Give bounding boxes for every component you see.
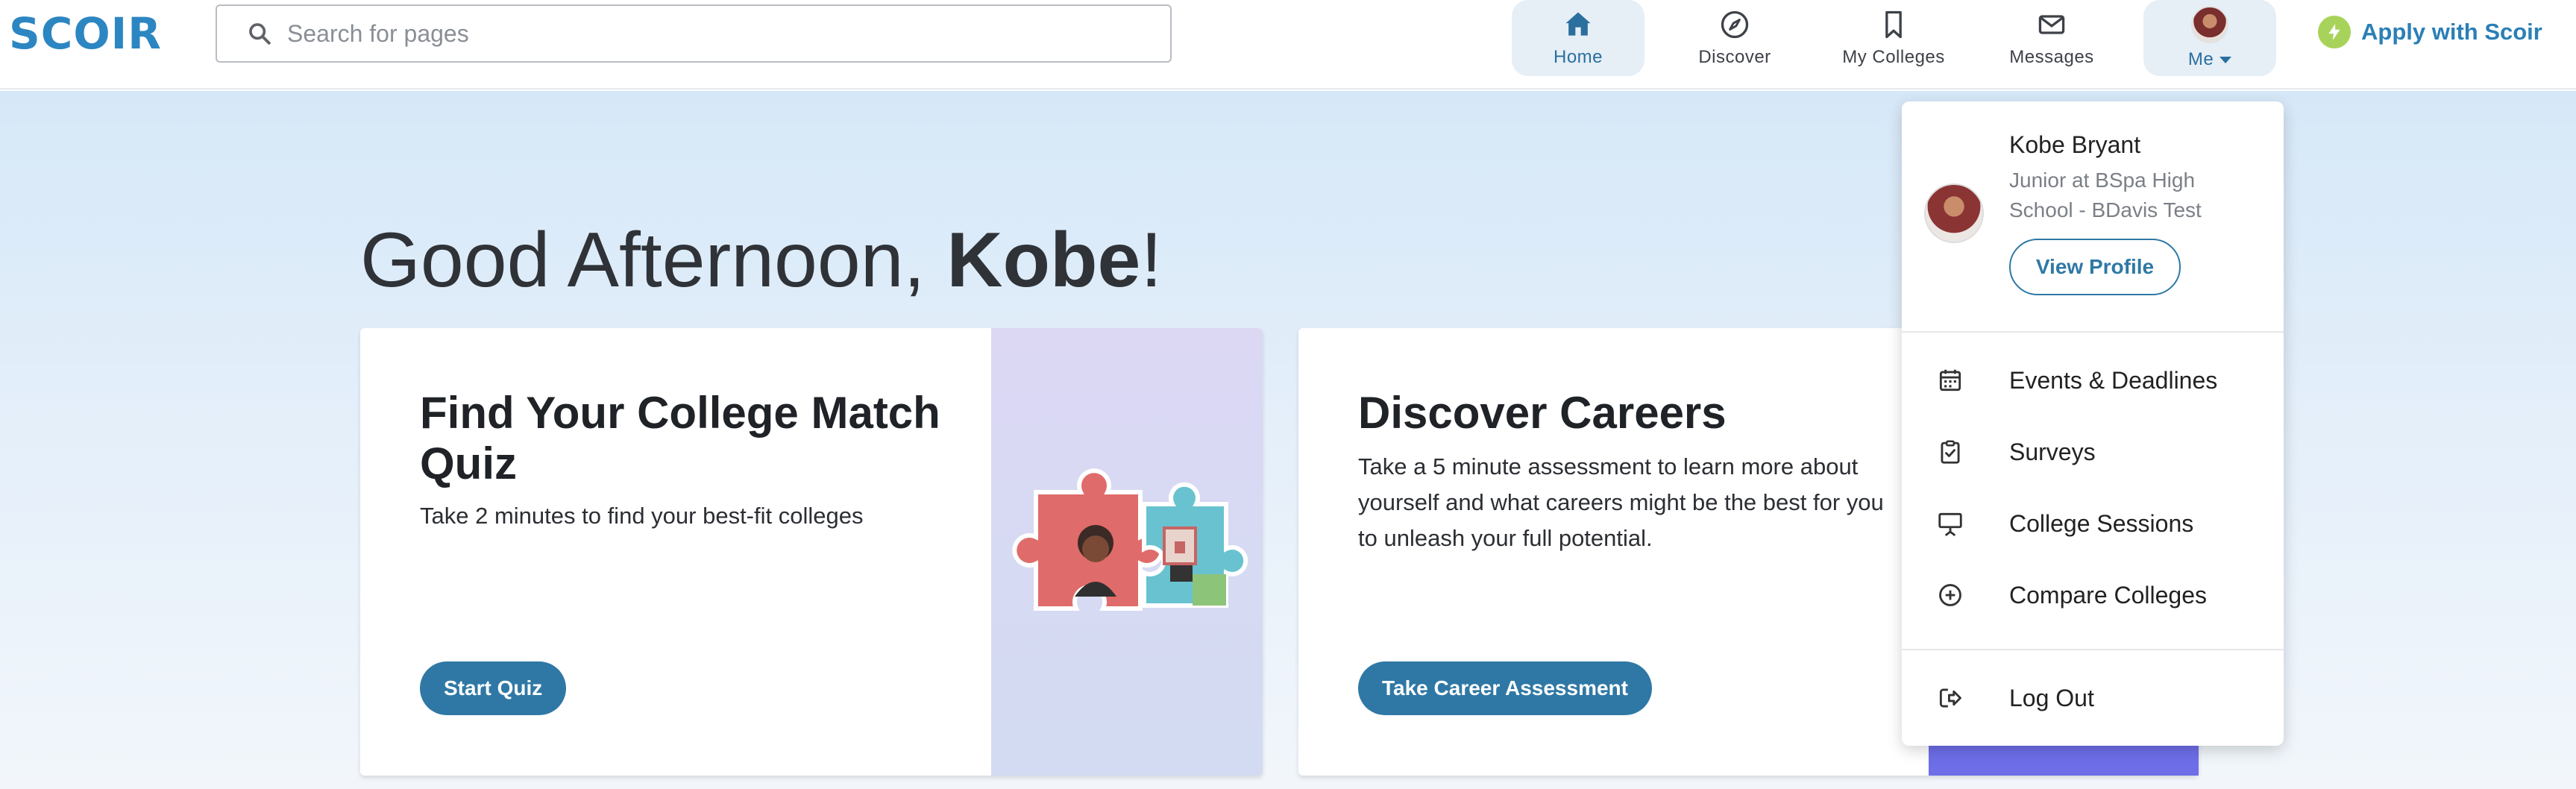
bookmark-icon bbox=[1885, 10, 1902, 39]
nav-me-label-wrap: Me bbox=[2187, 49, 2232, 70]
envelope-icon bbox=[2038, 15, 2065, 34]
profile-school: Junior at BSpa High School - BDavis Test bbox=[2009, 169, 2202, 221]
menu-label-events: Events & Deadlines bbox=[2009, 366, 2218, 394]
menu-item-log-out[interactable]: Log Out bbox=[1902, 668, 2284, 728]
page-greeting: Good Afternoon, Kobe! bbox=[360, 216, 1162, 305]
search-box[interactable] bbox=[216, 4, 1172, 63]
me-dropdown-menu: Kobe Bryant Junior at BSpa High School -… bbox=[1902, 101, 2284, 746]
log-out-icon bbox=[1939, 688, 1961, 708]
puzzle-pieces-icon bbox=[1012, 468, 1248, 611]
nav-discover-label: Discover bbox=[1698, 47, 1771, 67]
quiz-card-description: Take 2 minutes to find your best-fit col… bbox=[420, 503, 864, 529]
greeting-name: Kobe bbox=[946, 217, 1141, 304]
calendar-icon bbox=[1939, 369, 1961, 392]
careers-card-description: Take a 5 minute assessment to learn more… bbox=[1358, 453, 1884, 551]
home-icon bbox=[1565, 12, 1591, 36]
nav-me[interactable]: Me bbox=[2143, 0, 2276, 76]
greeting-suffix: ! bbox=[1140, 217, 1163, 304]
careers-card-title: Discover Careers bbox=[1358, 388, 1727, 438]
top-header: SCOIR Home Discover My Colleges Messag bbox=[0, 0, 2576, 89]
nav-discover[interactable]: Discover bbox=[1668, 0, 1801, 76]
chevron-down-icon bbox=[2220, 56, 2232, 63]
profile-avatar bbox=[1924, 183, 1984, 243]
start-quiz-button[interactable]: Start Quiz bbox=[420, 661, 567, 715]
nav-messages-label: Messages bbox=[2009, 47, 2094, 67]
apply-with-scoir-link[interactable]: Apply with Scoir bbox=[2318, 15, 2542, 49]
greeting-prefix: Good Afternoon, bbox=[360, 217, 947, 304]
profile-name: Kobe Bryant bbox=[2009, 131, 2141, 158]
menu-item-compare-colleges[interactable]: Compare Colleges bbox=[1902, 565, 2284, 625]
apply-label: Apply with Scoir bbox=[2361, 19, 2542, 45]
presentation-icon bbox=[1938, 512, 1962, 536]
puzzle-illustration bbox=[991, 328, 1263, 776]
nav-home[interactable]: Home bbox=[1512, 0, 1644, 76]
menu-label-compare-colleges: Compare Colleges bbox=[2009, 581, 2208, 609]
menu-label-log-out: Log Out bbox=[2009, 684, 2094, 711]
menu-label-college-sessions: College Sessions bbox=[2009, 509, 2194, 537]
search-icon bbox=[249, 23, 271, 45]
view-profile-button[interactable]: View Profile bbox=[2009, 239, 2181, 295]
menu-item-surveys[interactable]: Surveys bbox=[1902, 422, 2284, 482]
nav-home-label: Home bbox=[1553, 47, 1603, 67]
nav-my-colleges[interactable]: My Colleges bbox=[1827, 0, 1960, 76]
scoir-logo[interactable]: SCOIR bbox=[9, 10, 162, 57]
nav-me-label: Me bbox=[2187, 49, 2214, 69]
nav-my-colleges-label: My Colleges bbox=[1842, 47, 1945, 67]
search-input[interactable] bbox=[287, 19, 1170, 48]
clipboard-check-icon bbox=[1941, 440, 1960, 464]
menu-divider-bottom bbox=[1902, 649, 2284, 650]
plus-circle-icon bbox=[1939, 584, 1961, 606]
avatar bbox=[2191, 6, 2228, 43]
menu-item-college-sessions[interactable]: College Sessions bbox=[1902, 494, 2284, 553]
nav-messages[interactable]: Messages bbox=[1985, 0, 2118, 76]
take-career-assessment-button[interactable]: Take Career Assessment bbox=[1358, 661, 1652, 715]
lightning-bolt-icon bbox=[2318, 16, 2351, 48]
menu-divider bbox=[1902, 331, 2284, 333]
menu-item-events-deadlines[interactable]: Events & Deadlines bbox=[1902, 351, 2284, 410]
logo-text: SCOIR bbox=[9, 8, 162, 59]
menu-label-surveys: Surveys bbox=[2009, 438, 2096, 465]
college-match-quiz-card: Find Your College Match Quiz Take 2 minu… bbox=[360, 328, 1263, 776]
quiz-card-title: Find Your College Match Quiz bbox=[420, 388, 940, 488]
compass-icon bbox=[1721, 10, 1749, 39]
